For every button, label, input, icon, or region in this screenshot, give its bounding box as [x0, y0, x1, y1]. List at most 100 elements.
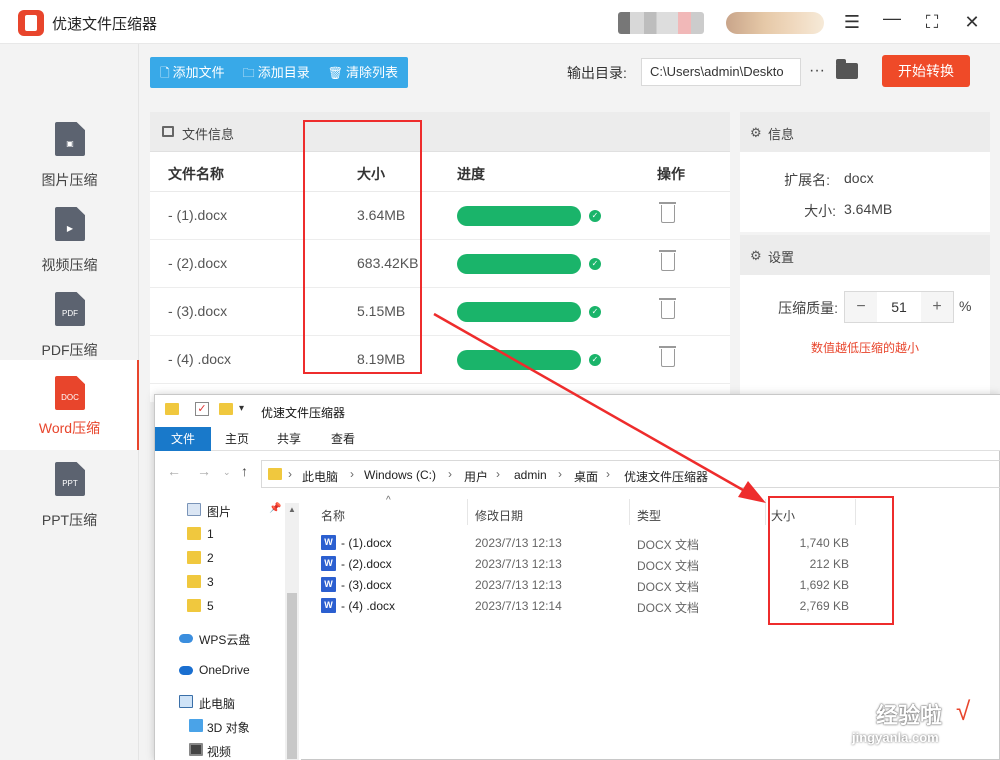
quality-label: 压缩质量: [778, 300, 838, 316]
file-row[interactable]: W - (3).docx 2023/7/13 12:13 DOCX 文档 1,6… [315, 575, 855, 596]
table-row[interactable]: - (3).docx 5.15MB ✓ [150, 288, 730, 336]
tab-view[interactable]: 查看 [323, 427, 363, 451]
address-row: ← → ⌄ ↑ › 此电脑 › Windows (C:) › 用户 › admi… [155, 457, 1000, 489]
menu-icon[interactable]: ☰ [840, 10, 864, 34]
tab-file[interactable]: 文件 [155, 427, 211, 451]
progress-bar [457, 302, 581, 322]
chevron-right-icon: › [288, 467, 292, 481]
tab-home[interactable]: 主页 [217, 427, 257, 451]
sidebar-item-ppt[interactable]: PPT PPT压缩 [0, 454, 139, 538]
nav-scrollbar[interactable]: ▲ [285, 503, 299, 760]
sidebar-item-pdf[interactable]: PDF PDF压缩 [0, 284, 139, 368]
increase-button[interactable]: + [921, 292, 953, 322]
minimize-icon[interactable]: — [880, 6, 904, 30]
panel-header: 文件信息 [150, 112, 730, 152]
more-button[interactable]: ··· [806, 58, 828, 86]
scrollbar-thumb[interactable] [287, 593, 297, 759]
file-row[interactable]: W - (4) .docx 2023/7/13 12:14 DOCX 文档 2,… [315, 596, 855, 617]
add-file-button[interactable]: 🗋 添加文件 [150, 57, 233, 88]
column-divider[interactable] [855, 499, 856, 525]
column-header-name[interactable]: 名称 [321, 507, 345, 524]
file-row[interactable]: W - (1).docx 2023/7/13 12:13 DOCX 文档 1,7… [315, 533, 855, 554]
start-convert-button[interactable]: 开始转换 [882, 55, 970, 87]
panel-title: 文件信息 [182, 127, 235, 142]
trash-icon[interactable] [659, 346, 676, 367]
forward-arrow-icon[interactable]: → [197, 463, 211, 479]
breadcrumb-item[interactable]: Windows (C:) [364, 468, 436, 482]
back-arrow-icon[interactable]: ← [167, 463, 181, 479]
nav-item-pictures[interactable]: 图片 📌 [155, 499, 283, 521]
column-divider[interactable] [629, 499, 630, 525]
address-bar[interactable]: › 此电脑 › Windows (C:) › 用户 › admin › 桌面 ›… [261, 460, 1000, 488]
folder-icon [165, 403, 179, 415]
title-bar: 优速文件压缩器 ☰ — ⛶ ✕ [0, 0, 1000, 44]
nav-item-3d-objects[interactable]: 3D 对象 [155, 715, 283, 737]
add-directory-button[interactable]: 🗀 添加目录 [233, 57, 318, 88]
tab-share[interactable]: 共享 [269, 427, 309, 451]
nav-item-onedrive[interactable]: OneDrive [155, 659, 283, 681]
chevron-right-icon: › [350, 467, 354, 481]
quality-value[interactable]: 51 [877, 292, 921, 322]
output-dir-input[interactable]: C:\Users\admin\Deskto [641, 58, 801, 86]
settings-title: 设置 [768, 250, 795, 265]
column-header-size[interactable]: 大小 [771, 507, 795, 524]
chevron-down-icon[interactable]: ▾ [239, 403, 244, 414]
breadcrumb-item[interactable]: 此电脑 [302, 468, 338, 485]
column-divider[interactable] [765, 499, 766, 525]
word-file-icon: W [321, 556, 336, 571]
trash-icon[interactable] [659, 298, 676, 319]
chevron-down-icon[interactable]: ⌄ [223, 467, 231, 478]
word-file-icon: W [321, 535, 336, 550]
breadcrumb-item[interactable]: admin [514, 468, 547, 482]
nav-item-folder[interactable]: 1 [155, 523, 283, 545]
column-header-type[interactable]: 类型 [637, 507, 661, 524]
file-name: - (4) .docx [168, 351, 232, 367]
trash-icon[interactable] [659, 250, 676, 271]
sidebar-item-video[interactable]: ▶ 视频压缩 [0, 199, 139, 283]
nav-item-label: 视频 [207, 745, 232, 759]
breadcrumb-item[interactable]: 优速文件压缩器 [624, 468, 708, 485]
nav-item-label: 此电脑 [199, 697, 236, 711]
file-size: 1,740 KB [799, 536, 849, 550]
nav-item-wps-cloud[interactable]: WPS云盘 [155, 627, 283, 649]
trash-icon[interactable] [659, 202, 676, 223]
nav-item-label: 3 [207, 575, 214, 589]
up-arrow-icon[interactable]: ↑ [241, 463, 248, 479]
chevron-right-icon: › [558, 467, 562, 481]
watermark-logo: 经验啦 [876, 703, 943, 728]
close-icon[interactable]: ✕ [960, 10, 984, 34]
nav-item-folder[interactable]: 3 [155, 571, 283, 593]
image-file-icon: ▣ [55, 122, 85, 156]
nav-item-folder[interactable]: 5 [155, 595, 283, 617]
computer-icon [179, 695, 193, 708]
settings-header: ⚙ 设置 [740, 235, 990, 275]
column-divider[interactable] [467, 499, 468, 525]
quality-stepper[interactable]: − 51 + [844, 291, 954, 323]
file-name: - (1).docx [341, 536, 392, 550]
cloud-icon [179, 634, 193, 643]
nav-item-this-pc[interactable]: 此电脑 [155, 691, 283, 713]
breadcrumb-item[interactable]: 用户 [464, 468, 488, 485]
breadcrumb-item[interactable]: 桌面 [574, 468, 598, 485]
decrease-button[interactable]: − [845, 292, 877, 322]
table-row[interactable]: - (4) .docx 8.19MB ✓ [150, 336, 730, 384]
column-header-date[interactable]: 修改日期 [475, 507, 523, 524]
open-folder-icon[interactable] [836, 59, 858, 79]
table-row[interactable]: - (1).docx 3.64MB ✓ [150, 192, 730, 240]
clear-list-button[interactable]: 🗑 清除列表 [318, 57, 408, 88]
file-size: 2,769 KB [799, 599, 849, 613]
chevron-right-icon: › [606, 467, 610, 481]
maximize-icon[interactable]: ⛶ [920, 10, 944, 34]
size-label: 大小: [804, 203, 836, 219]
table-row[interactable]: - (2).docx 683.42KB ✓ [150, 240, 730, 288]
sidebar-item-word[interactable]: DOC Word压缩 [0, 360, 139, 450]
properties-icon[interactable]: ✓ [195, 402, 209, 416]
new-folder-icon[interactable] [219, 403, 233, 415]
sidebar-item-label: PDF压缩 [41, 342, 98, 358]
nav-item-video[interactable]: 视频 [155, 739, 283, 760]
file-row[interactable]: W - (2).docx 2023/7/13 12:13 DOCX 文档 212… [315, 554, 855, 575]
sidebar-item-image[interactable]: ▣ 图片压缩 [0, 114, 139, 198]
scroll-up-icon[interactable]: ▲ [285, 503, 299, 517]
nav-item-folder[interactable]: 2 [155, 547, 283, 569]
column-name: 文件名称 [168, 166, 224, 182]
